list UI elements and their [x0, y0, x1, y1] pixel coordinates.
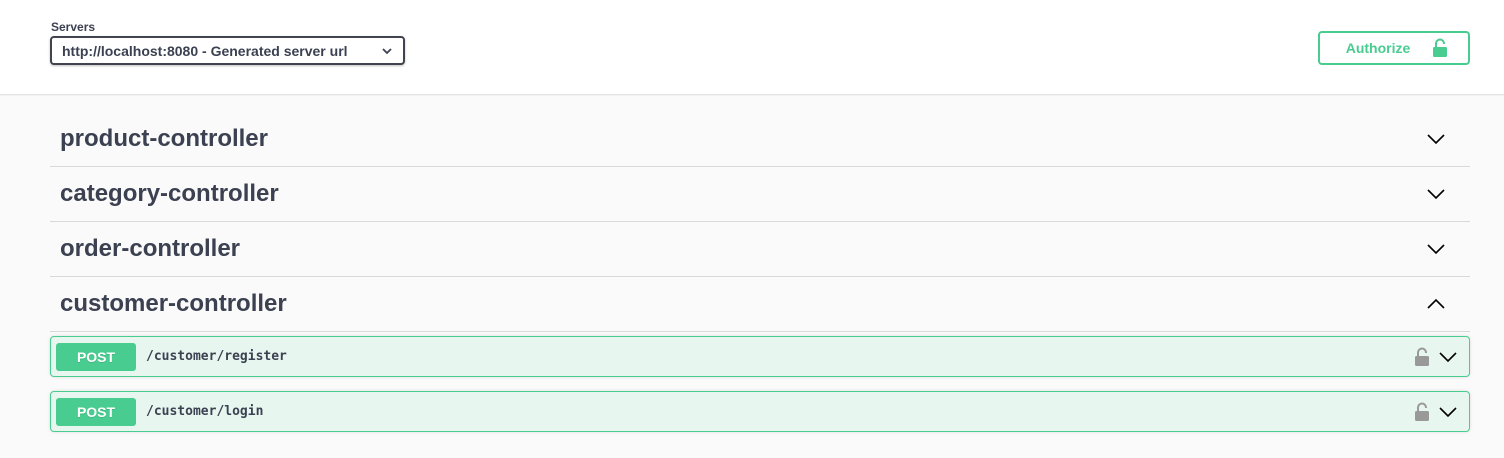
chevron-down-icon [1439, 406, 1457, 417]
chevron-down-icon [1427, 134, 1445, 145]
chevron-down-icon [1427, 189, 1445, 200]
tag-product-controller[interactable]: product-controller [50, 112, 1470, 167]
operations-panel: product-controller category-controller o… [0, 96, 1504, 458]
server-select-value: http://localhost:8080 - Generated server… [62, 42, 348, 59]
tag-order-controller[interactable]: order-controller [50, 222, 1470, 277]
chevron-up-icon [1427, 298, 1445, 309]
tag-customer-controller[interactable]: customer-controller [50, 277, 1470, 332]
tag-title: category-controller [60, 180, 279, 207]
servers-label: Servers [51, 20, 96, 34]
method-badge: POST [56, 397, 136, 426]
tag-category-controller[interactable]: category-controller [50, 167, 1470, 222]
method-badge: POST [56, 342, 136, 371]
chevron-down-icon [1439, 351, 1457, 362]
authorize-button[interactable]: Authorize [1318, 31, 1470, 65]
operation-path: /customer/register [146, 349, 287, 364]
unlocked-lock-icon[interactable] [1414, 402, 1430, 422]
operation-path: /customer/login [146, 404, 264, 419]
tag-title: product-controller [60, 125, 268, 152]
chevron-down-icon [1427, 244, 1445, 255]
chevron-down-icon [382, 47, 392, 54]
tag-title: customer-controller [60, 290, 287, 317]
top-bar: Servers http://localhost:8080 - Generate… [0, 0, 1504, 95]
operation-post-customer-login[interactable]: POST /customer/login [50, 391, 1470, 432]
tag-title: order-controller [60, 235, 241, 262]
authorize-label: Authorize [1345, 40, 1411, 56]
unlocked-lock-icon[interactable] [1414, 347, 1430, 367]
operation-post-customer-register[interactable]: POST /customer/register [50, 336, 1470, 377]
unlocked-lock-icon [1433, 38, 1448, 57]
server-select[interactable]: http://localhost:8080 - Generated server… [50, 36, 405, 65]
